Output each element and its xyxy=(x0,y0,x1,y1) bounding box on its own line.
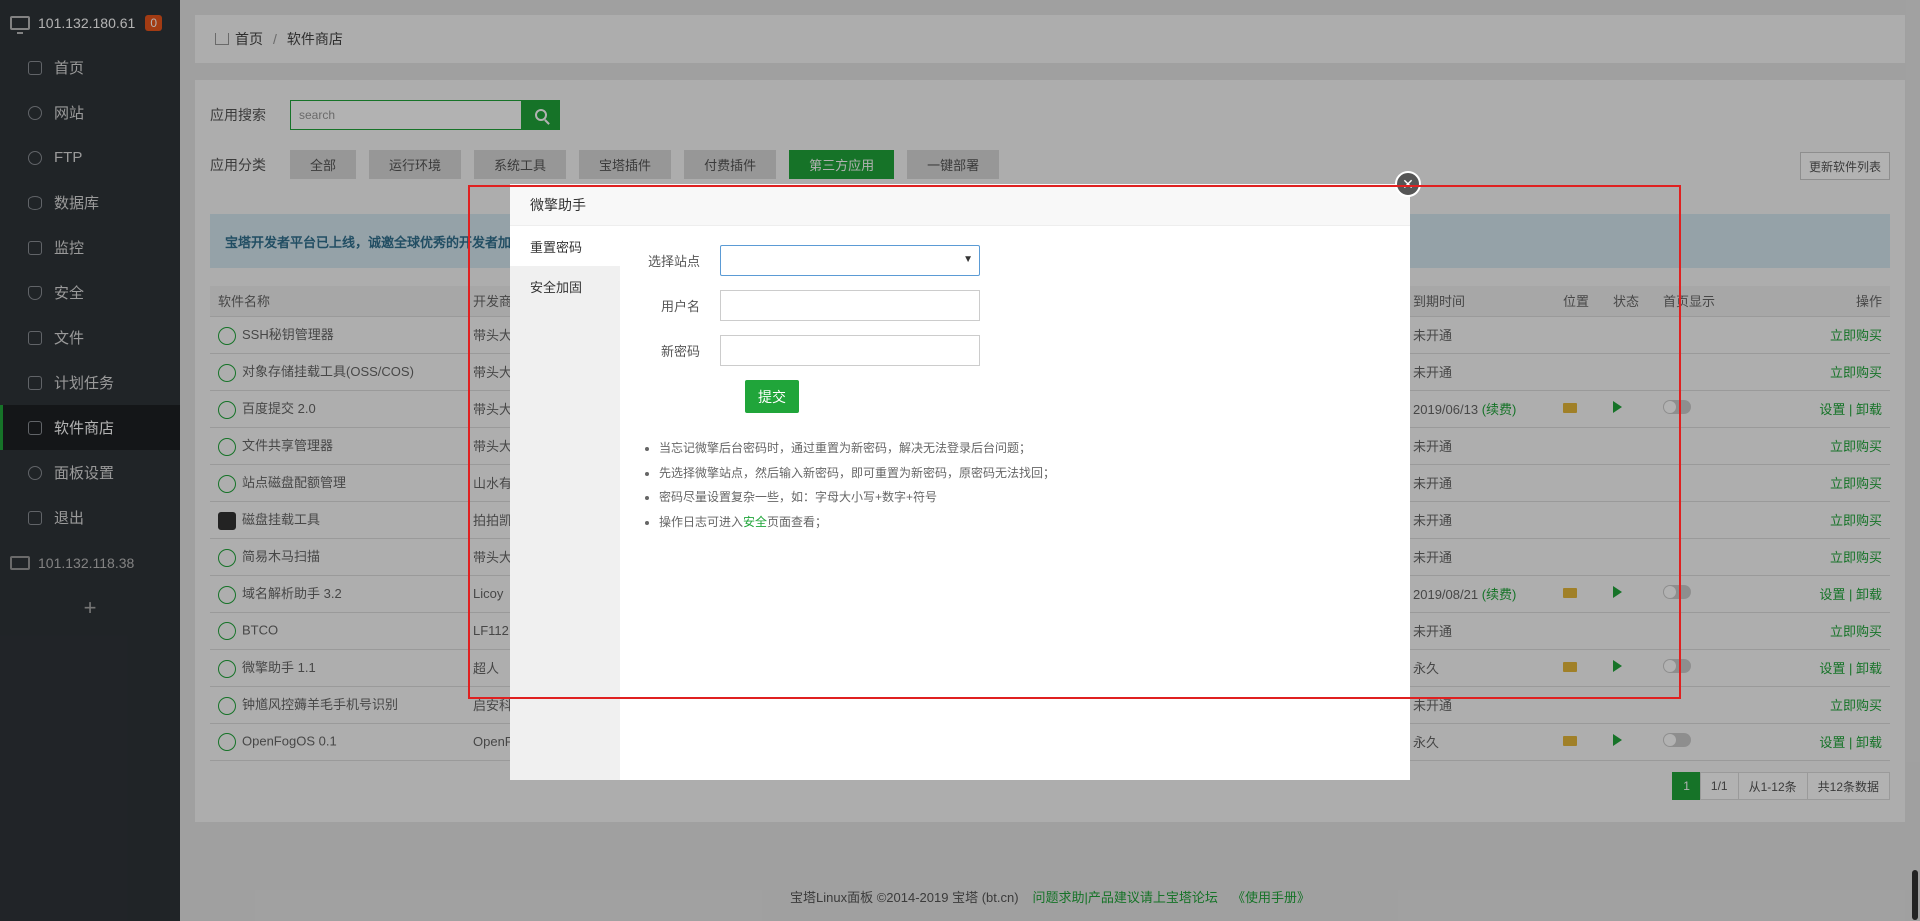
highlight-annotation-box xyxy=(468,185,1681,699)
